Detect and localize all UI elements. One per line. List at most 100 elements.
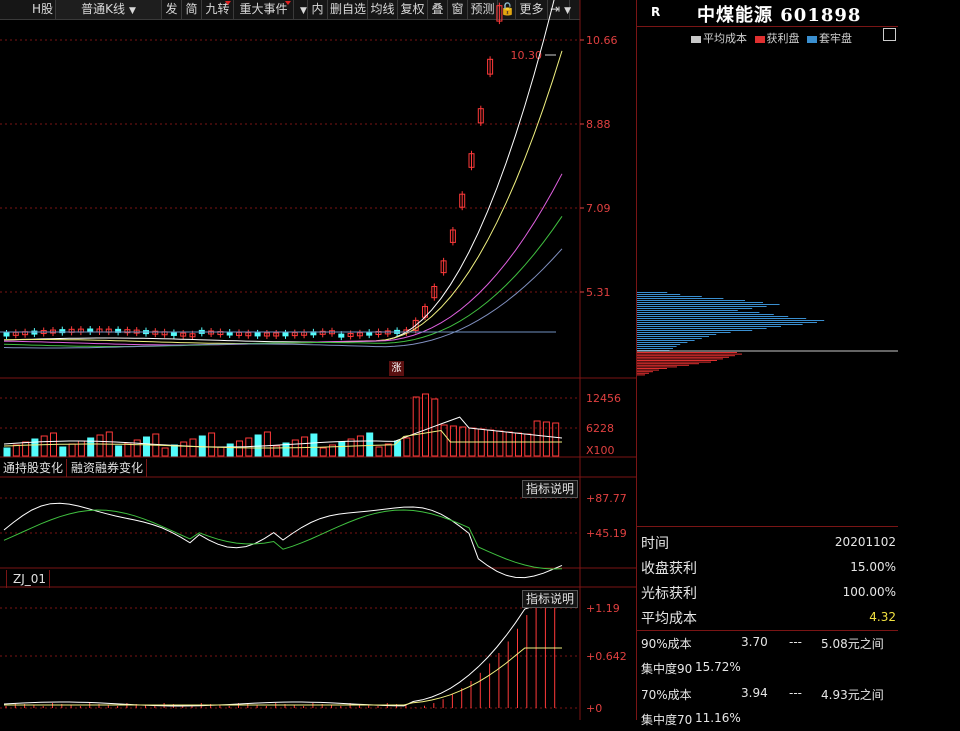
tab-indicator2-left[interactable]	[0, 570, 7, 588]
chip-bar	[637, 348, 673, 349]
volume-bar	[449, 425, 457, 457]
chip-bar	[637, 296, 702, 297]
chip-bar	[637, 314, 774, 315]
cost-row-90: 90%成本 3.70 --- 5.08元之间	[637, 631, 898, 655]
info-label: 收盘获利	[641, 561, 697, 577]
volume-bar	[198, 435, 206, 457]
stock-chart-window: H股 普通K线 ▼ 发简九转 重大事件 ▼ 内删自选 均线 复权叠窗预测 🔓 更多 ⇥ ▼ 10.66 8…	[0, 0, 960, 727]
price-axis-label: 8.88	[586, 118, 611, 131]
chip-bar	[637, 306, 767, 307]
volume-bar	[301, 436, 309, 457]
info-value: 20201102	[834, 535, 896, 549]
indicator1-line	[3, 502, 563, 579]
chip-bar	[637, 292, 668, 293]
chip-bar	[637, 336, 709, 337]
chip-bar	[637, 371, 653, 373]
cost-label: 90%成本	[641, 637, 692, 651]
chip-bar	[637, 364, 689, 366]
chip-bar	[637, 302, 763, 303]
cost-dash: ---	[789, 635, 802, 649]
volume-bar	[226, 443, 234, 457]
chip-bar	[637, 358, 723, 360]
chip-bar	[637, 338, 702, 339]
chip-bar	[637, 369, 659, 371]
cost-low: 3.70	[741, 635, 768, 649]
chip-bar	[637, 322, 817, 323]
tab-margin-trading[interactable]: 融资融券变化	[68, 459, 148, 477]
chip-bar	[637, 308, 753, 309]
tab-holding-change[interactable]: 通持股变化	[0, 459, 68, 477]
volume-bar	[22, 441, 30, 457]
info-row-avg-cost: 平均成本 4.32	[637, 605, 898, 629]
moving-average-line	[3, 0, 555, 343]
volume-bar	[403, 437, 411, 457]
chip-bar	[637, 368, 667, 369]
volume-bar	[236, 440, 243, 457]
chip-bar	[637, 318, 807, 319]
volume-bar	[505, 431, 513, 457]
chip-bar	[637, 334, 717, 335]
info-value: 4.32	[869, 610, 896, 624]
indicator1-explain-button[interactable]: 指标说明	[522, 480, 579, 498]
chip-bar	[637, 342, 688, 343]
volume-bar	[115, 445, 123, 457]
volume-bar	[319, 447, 327, 457]
chip-bar	[637, 328, 767, 329]
info-value: 15.00%	[850, 560, 896, 574]
chip-bar	[637, 298, 724, 299]
tab-zj01[interactable]: ZJ_01	[10, 570, 51, 588]
chip-bar	[637, 366, 677, 368]
volume-bar	[524, 433, 532, 457]
volume-bar	[96, 434, 104, 457]
candle	[170, 331, 177, 336]
chip-bar	[637, 346, 677, 347]
info-row-cursor-profit: 光标获利 100.00%	[637, 580, 898, 604]
volume-unit-label: X100	[586, 444, 615, 457]
chart-area[interactable]: 10.66 8.88 7.09 5.31 12456 6228 X100 +87.77 +45.…	[0, 0, 636, 720]
volume-bar	[40, 435, 48, 457]
indicator1-axis-label: +87.77	[586, 492, 627, 505]
volume-bar	[133, 439, 141, 457]
chip-distribution-panel: R 中煤能源 601898 平均成本 获利盘 套牢盘 时间 20201102 收…	[636, 0, 898, 727]
chip-bar	[637, 352, 737, 353]
chip-bar	[637, 326, 781, 327]
high-price-label: 10.30	[511, 49, 543, 62]
cost-row-conc-70: 集中度70 11.16%	[637, 707, 898, 731]
price-axis-label: 7.09	[586, 202, 611, 215]
cost-high: 4.93元之间	[821, 688, 884, 702]
info-label: 光标获利	[641, 586, 697, 602]
indicator2-line	[3, 605, 562, 707]
chip-bar	[637, 324, 803, 325]
volume-bar	[515, 432, 522, 457]
volume-bar	[208, 432, 216, 457]
chip-bar	[637, 363, 699, 365]
volume-bar	[487, 429, 495, 457]
volume-bar	[161, 447, 169, 457]
volume-bar	[366, 432, 374, 457]
volume-bar	[217, 446, 225, 457]
info-label: 时间	[641, 536, 669, 552]
chip-distribution-chart	[637, 292, 898, 376]
volume-bar	[338, 441, 346, 457]
candle	[282, 332, 289, 337]
chip-bar	[637, 356, 729, 358]
limit-up-badge[interactable]: 涨	[389, 361, 404, 376]
chip-bar	[637, 361, 711, 363]
volume-bar	[440, 424, 448, 457]
volume-bar	[143, 436, 150, 457]
volume-bar	[12, 444, 20, 457]
cost-label: 集中度90	[641, 662, 693, 676]
volume-bar	[542, 421, 550, 457]
chip-bar	[637, 372, 649, 374]
indicator2-axis-label: +0.642	[586, 650, 627, 663]
chip-bar	[637, 310, 738, 311]
volume-bar	[77, 440, 85, 457]
cost-row-70: 70%成本 3.94 --- 4.93元之间	[637, 682, 898, 706]
chip-bar	[637, 340, 695, 341]
volume-axis-label: 12456	[586, 392, 621, 405]
chip-bar	[637, 330, 753, 331]
price-axis-label: 5.31	[586, 286, 611, 299]
indicator2-explain-button[interactable]: 指标说明	[522, 590, 579, 608]
volume-bar	[310, 433, 318, 457]
chip-bar	[637, 300, 745, 301]
